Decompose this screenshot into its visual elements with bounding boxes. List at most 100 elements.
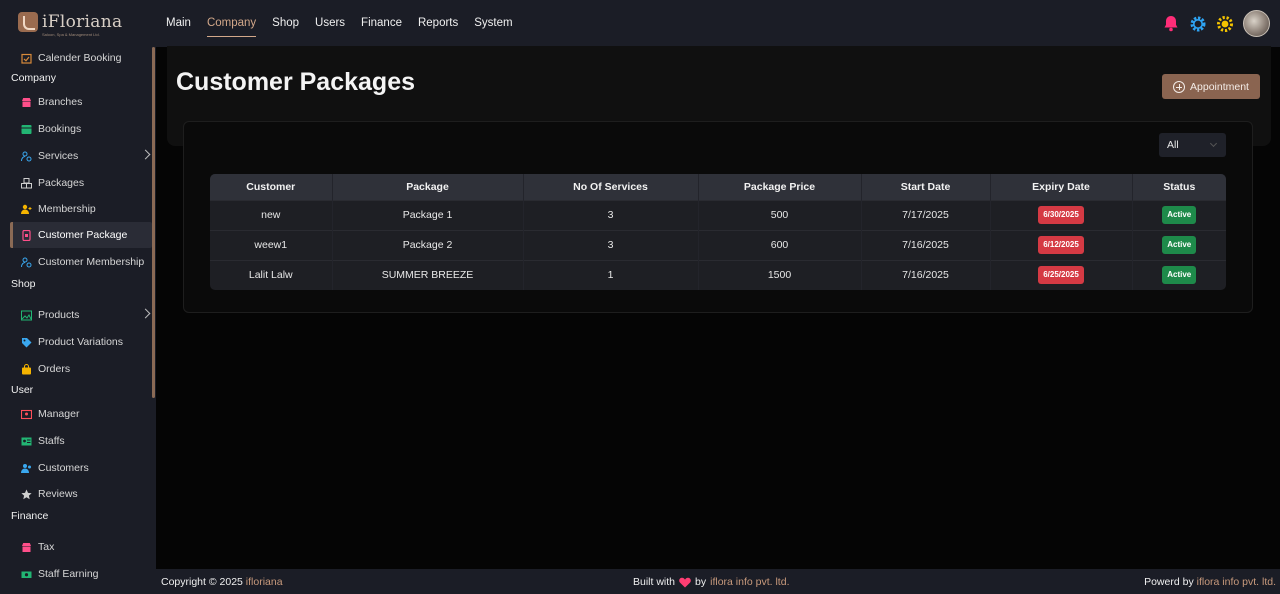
cell-package: Package 1 [332, 199, 524, 230]
sidebar-item-label: Customer Package [38, 229, 128, 241]
sidebar-item-packages[interactable]: Packages [10, 170, 152, 196]
sidebar-item-product-variations[interactable]: Product Variations [10, 329, 152, 355]
sidebar-item-customer-membership[interactable]: Customer Membership [10, 249, 152, 275]
sidebar-item-label: Membership [38, 203, 96, 215]
sidebar-item-label: Calender Booking [38, 52, 122, 64]
sidebar-item-branches[interactable]: Branches [10, 89, 152, 115]
logo-text: iFloriana [42, 12, 123, 32]
shop-icon [21, 542, 32, 553]
top-navbar: iFloriana Saloon, Spa & Management Ltd. … [0, 0, 1280, 47]
sidebar-item-customers[interactable]: Customers [10, 455, 152, 481]
cell-status: Active [1132, 199, 1226, 230]
sidebar-item-services[interactable]: Services [10, 143, 152, 169]
cell-services: 1 [523, 259, 699, 290]
footer-built-with: Built with by iflora info pvt. ltd. [633, 576, 789, 588]
menu-reports[interactable]: Reports [418, 16, 458, 37]
column-header-price[interactable]: Package Price [698, 174, 862, 200]
tag-icon [21, 337, 32, 348]
sidebar-item-label: Manager [38, 408, 80, 420]
cell-customer: weew1 [210, 229, 333, 260]
heart-icon [679, 577, 691, 588]
menu-finance[interactable]: Finance [361, 16, 402, 37]
sidebar-section-finance: Finance [11, 510, 49, 522]
menu-company[interactable]: Company [206, 16, 257, 37]
sidebar-item-label: Customers [38, 462, 89, 474]
menu-system[interactable]: System [474, 16, 512, 37]
status-badge: Active [1162, 236, 1197, 254]
column-header-package[interactable]: Package [332, 174, 524, 200]
column-header-customer[interactable]: Customer [210, 174, 333, 200]
sidebar-item-label: Orders [38, 363, 71, 375]
boxes-icon [21, 177, 32, 189]
cell-customer: Lalit Lalw [210, 259, 333, 290]
cell-services: 3 [523, 229, 699, 260]
status-badge: Active [1162, 266, 1197, 285]
sidebar-item-customer-package[interactable]: Customer Package [10, 222, 152, 248]
table-row[interactable]: Lalit Lalw SUMMER BREEZE 1 1500 7/16/202… [210, 259, 1226, 290]
sidebar-item-tax[interactable]: Tax [10, 534, 152, 560]
cell-price: 600 [698, 229, 862, 260]
cell-status: Active [1132, 229, 1226, 260]
sidebar-item-label: Packages [38, 177, 85, 189]
menu-users[interactable]: Users [315, 16, 345, 37]
expiry-badge: 6/12/2025 [1038, 236, 1084, 254]
avatar[interactable] [1243, 10, 1270, 37]
sidebar-section-user: User [11, 384, 34, 396]
footer-brand-link[interactable]: ifloriana [246, 576, 283, 588]
sidebar-item-calender-booking[interactable]: Calender Booking [10, 47, 152, 71]
sidebar-section-shop: Shop [11, 278, 36, 290]
sidebar-item-membership[interactable]: Membership [10, 196, 152, 222]
sidebar-item-label: Staff Earning [38, 568, 99, 580]
bell-icon[interactable] [1162, 15, 1180, 33]
people-gear-icon [21, 257, 32, 268]
column-header-start-date[interactable]: Start Date [861, 174, 991, 200]
sidebar-item-label: Tax [38, 541, 55, 553]
user-plus-icon [21, 204, 32, 215]
status-filter-select[interactable]: All [1159, 133, 1226, 157]
main-menu: Main Company Shop Users Finance Reports … [166, 16, 513, 37]
cell-expiry-date: 6/30/2025 [990, 199, 1133, 230]
customer-packages-table: Customer Package No Of Services Package … [210, 174, 1226, 290]
cell-price: 500 [698, 199, 862, 230]
status-badge: Active [1162, 206, 1197, 224]
sun-icon[interactable] [1216, 15, 1234, 33]
sidebar-scrollbar[interactable] [152, 47, 155, 398]
image-icon [21, 310, 32, 321]
column-header-status[interactable]: Status [1132, 174, 1226, 200]
footer: Copyright © 2025 ifloriana Built with by… [156, 569, 1280, 594]
sidebar-item-products[interactable]: Products [10, 302, 152, 328]
menu-shop[interactable]: Shop [272, 16, 299, 37]
appointment-button[interactable]: Appointment [1162, 74, 1260, 99]
money-icon [21, 569, 32, 580]
column-header-services[interactable]: No Of Services [523, 174, 699, 200]
cell-expiry-date: 6/25/2025 [990, 259, 1133, 290]
sidebar: Calender Booking Company Branches Bookin… [0, 47, 156, 594]
gear-icon[interactable] [1189, 15, 1207, 33]
sidebar-item-label: Branches [38, 96, 83, 108]
cell-start-date: 7/16/2025 [861, 229, 991, 260]
menu-main[interactable]: Main [166, 16, 191, 37]
sidebar-item-label: Bookings [38, 123, 82, 135]
sidebar-section-company: Company [11, 72, 56, 84]
table-row[interactable]: weew1 Package 2 3 600 7/16/2025 6/12/202… [210, 229, 1226, 260]
sidebar-item-bookings[interactable]: Bookings [10, 116, 152, 142]
id-badge-icon [21, 436, 32, 447]
copyright-text: Copyright © 2025 [161, 576, 243, 588]
column-header-expiry-date[interactable]: Expiry Date [990, 174, 1133, 200]
table-row[interactable]: new Package 1 3 500 7/17/2025 6/30/2025 … [210, 199, 1226, 230]
sidebar-item-orders[interactable]: Orders [10, 356, 152, 382]
sidebar-item-staff-earning[interactable]: Staff Earning [10, 561, 152, 587]
page-title: Customer Packages [176, 68, 416, 96]
bag-icon [21, 363, 32, 375]
cell-start-date: 7/16/2025 [861, 259, 991, 290]
app-logo[interactable]: iFloriana Saloon, Spa & Management Ltd. [18, 12, 123, 37]
sidebar-item-manager[interactable]: Manager [10, 401, 152, 427]
sidebar-item-reviews[interactable]: Reviews [10, 481, 152, 507]
builder-link[interactable]: iflora info pvt. ltd. [710, 576, 789, 588]
sidebar-item-staffs[interactable]: Staffs [10, 428, 152, 454]
card-icon [21, 229, 32, 241]
by-text: by [695, 576, 707, 588]
cell-package: Package 2 [332, 229, 524, 260]
cell-start-date: 7/17/2025 [861, 199, 991, 230]
powered-by-link[interactable]: iflora info pvt. ltd. [1197, 576, 1276, 588]
